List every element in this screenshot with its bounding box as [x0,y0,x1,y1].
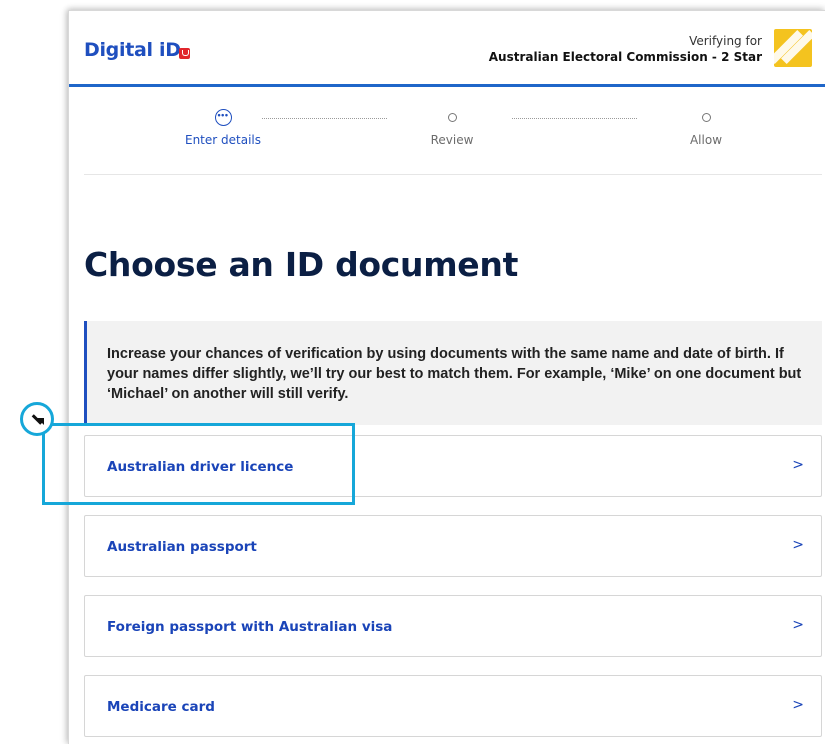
option-label: Foreign passport with Australian visa [107,619,393,635]
info-text: Increase your chances of verification by… [107,346,802,402]
option-australian-passport[interactable]: Australian passport > [84,515,822,577]
digital-id-logo: Digital iD [84,31,190,61]
verifying-for-label: Verifying for [689,34,762,48]
header: Digital iD Verifying for Australian Elec… [69,11,825,87]
step-dot-icon [447,113,457,122]
annotation-highlight-box [42,423,355,505]
chevron-right-icon: > [792,617,804,633]
step-enter-details: ••• Enter details [153,109,293,147]
step-connector [512,118,637,119]
step-review: Review [382,109,522,147]
chevron-right-icon: > [792,457,804,473]
info-callout: Increase your chances of verification by… [84,321,822,425]
step-label: Enter details [184,133,261,147]
verifying-for: Verifying for Australian Electoral Commi… [489,33,762,65]
aec-logo-icon [774,29,812,67]
progress-stepper: ••• Enter details Review Allow [84,87,822,175]
ellipsis-icon: ••• [214,109,232,126]
step-connector [262,118,387,119]
annotation-pointer-icon [20,402,54,436]
chevron-right-icon: > [792,537,804,553]
logo-badge-icon [178,48,190,59]
step-allow: Allow [636,109,776,147]
step-label: Review [430,133,474,147]
option-medicare-card[interactable]: Medicare card > [84,675,822,737]
option-label: Medicare card [107,699,215,715]
organisation-name: Australian Electoral Commission - 2 Star [488,50,762,64]
option-foreign-passport[interactable]: Foreign passport with Australian visa > [84,595,822,657]
logo-text: Digital iD [84,39,181,61]
digital-id-window: Digital iD Verifying for Australian Elec… [68,10,825,744]
option-label: Australian passport [107,539,257,555]
chevron-right-icon: > [792,697,804,713]
step-dot-icon [701,113,711,122]
page-title: Choose an ID document [84,245,519,284]
step-label: Allow [689,133,723,147]
